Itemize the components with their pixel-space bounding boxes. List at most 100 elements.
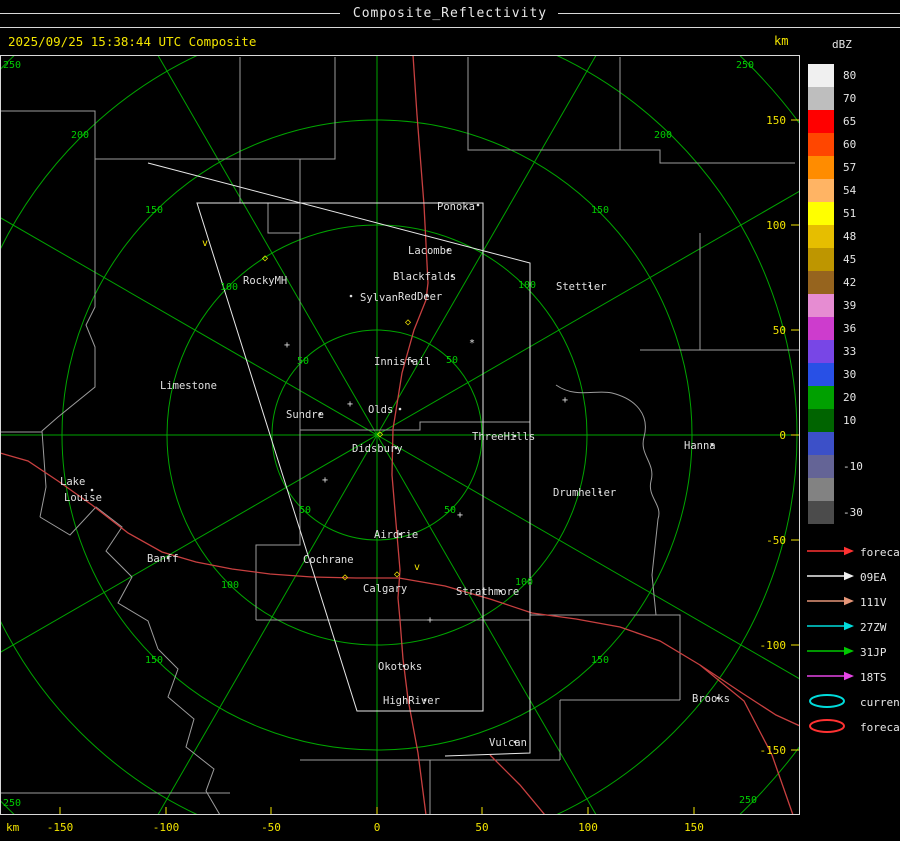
colorbar-value: 42 — [843, 276, 857, 289]
legend-label: 31JP — [860, 646, 887, 659]
y-axis-label: 150 — [766, 114, 786, 127]
header-separator — [0, 27, 900, 28]
town-dot — [513, 434, 517, 438]
town-dot — [598, 490, 602, 494]
colorbar-value: 30 — [843, 368, 857, 381]
colorbar-entry: 36 — [808, 317, 863, 340]
city-label: Hanna — [684, 440, 716, 452]
unit-label-top-right: km — [774, 34, 789, 48]
colorbar-swatch — [808, 133, 834, 156]
legend-label: 27ZW — [860, 621, 887, 634]
city-label: Calgary — [363, 583, 407, 595]
colorbar-value: -30 — [843, 506, 863, 519]
colorbar-entry: 30 — [808, 363, 863, 386]
colorbar-swatch — [808, 455, 834, 478]
colorbar-entry: 54 — [808, 179, 863, 202]
colorbar-swatch — [808, 156, 834, 179]
colorbar-swatch — [808, 202, 834, 225]
x-axis-label: 150 — [684, 821, 704, 834]
colorbar-entry: 45 — [808, 248, 863, 271]
town-dot — [450, 274, 454, 278]
plus-marker: + — [457, 510, 463, 521]
unit-label-bottom-left: km — [6, 821, 20, 834]
x-axis-label: -150 — [46, 821, 74, 834]
colorbar-entry: 80 — [808, 64, 863, 87]
diamond-marker: ◇ — [342, 572, 348, 583]
city-label: Strathmore — [456, 586, 519, 598]
range-ring-label: 250 — [3, 798, 21, 809]
city-label: HighRiver — [383, 695, 440, 707]
legend-label: forecast — [860, 546, 900, 559]
city-label: Didsbury — [352, 443, 403, 455]
vee-marker: v — [414, 562, 420, 573]
range-ring-label: 150 — [145, 205, 163, 216]
range-ring-label: 100 — [221, 580, 239, 591]
plus-marker: + — [427, 615, 433, 626]
colorbar-value: 51 — [843, 207, 857, 220]
colorbar-title: dBZ — [832, 38, 852, 51]
storm-ellipse-icon — [806, 718, 860, 738]
range-ring-label: 50 — [297, 356, 309, 367]
colorbar-swatch — [808, 64, 834, 87]
colorbar-value: 60 — [843, 138, 857, 151]
city-label: Cochrane — [303, 554, 354, 566]
town-dot — [398, 532, 402, 536]
colorbar-value: 36 — [843, 322, 857, 335]
city-label: Sylvan — [360, 292, 398, 304]
colorbar-entry: 70 — [808, 87, 863, 110]
colorbar-value: 54 — [843, 184, 857, 197]
plus-marker: + — [284, 340, 290, 351]
legend-item: current — [806, 690, 900, 715]
range-ring-label: 150 — [591, 655, 609, 666]
range-ring-label: 100 — [518, 280, 536, 291]
colorbar-entry: 10 — [808, 409, 863, 432]
city-label: Banff — [147, 553, 179, 565]
colorbar-value: 57 — [843, 161, 857, 174]
city-label: Louise — [64, 492, 102, 504]
timestamp-label: 2025/09/25 15:38:44 UTC Composite — [8, 34, 257, 49]
x-axis-label: 0 — [373, 821, 381, 834]
colorbar-entry: 42 — [808, 271, 863, 294]
city-label: Vulcan — [489, 737, 527, 749]
y-axis-label: -150 — [760, 744, 787, 757]
colorbar-swatch — [808, 87, 834, 110]
colorbar-swatch — [808, 248, 834, 271]
colorbar-swatch — [808, 386, 834, 409]
colorbar-entry: 65 — [808, 110, 863, 133]
town-dot — [476, 203, 480, 207]
city-label: Blackfalds — [393, 271, 456, 283]
storm-ellipse-icon — [806, 693, 860, 713]
town-dot — [318, 412, 322, 416]
title-rule-right — [558, 13, 900, 14]
legend-label: 111V — [860, 596, 887, 609]
diamond-marker: ◇ — [394, 569, 400, 580]
legend-item: 31JP — [806, 640, 900, 665]
colorbar-value: 70 — [843, 92, 857, 105]
legend-item: 18TS — [806, 665, 900, 690]
legend-label: 18TS — [860, 671, 887, 684]
colorbar-value: 10 — [843, 414, 857, 427]
colorbar-entry: 57 — [808, 156, 863, 179]
track-arrow-icon — [806, 668, 860, 687]
vee-marker: v — [202, 238, 208, 249]
radar-sector-outlines — [147, 162, 531, 757]
town-dot — [398, 407, 402, 411]
town-dot — [710, 443, 714, 447]
y-axis-label: -100 — [760, 639, 787, 652]
colorbar-value: 80 — [843, 69, 857, 82]
diamond-marker: ◇ — [405, 317, 411, 328]
town-dot — [425, 293, 429, 297]
legend-label: current — [860, 696, 900, 709]
diamond-marker: ◇ — [377, 429, 383, 440]
y-axis-label: 0 — [779, 429, 786, 442]
colorbar-entry: 48 — [808, 225, 863, 248]
town-dot — [498, 589, 502, 593]
colorbar-entry — [808, 432, 863, 455]
colorbar-entry: 60 — [808, 133, 863, 156]
city-label: RedDeer — [398, 291, 442, 303]
city-label: Airdrie — [374, 529, 418, 541]
colorbar-swatch — [808, 294, 834, 317]
y-axis-label: -50 — [766, 534, 786, 547]
town-dot — [410, 359, 414, 363]
colorbar-swatch — [808, 478, 834, 501]
